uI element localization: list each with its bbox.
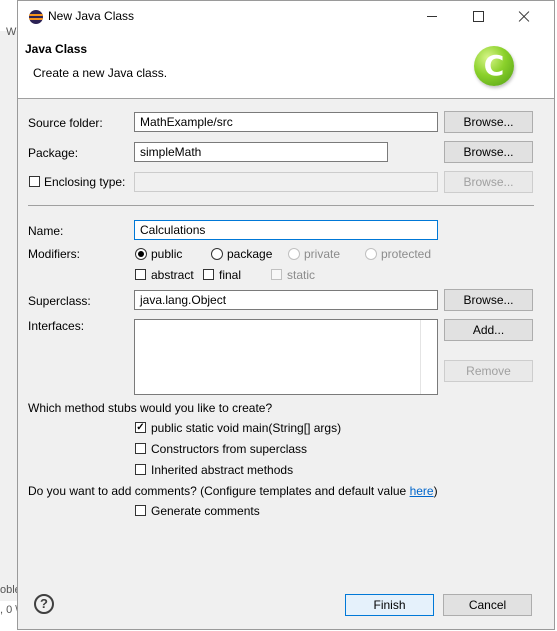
package-browse-button[interactable]: Browse... [444,141,533,163]
constructors-checkbox[interactable] [135,443,146,454]
package-label: Package: [28,146,79,160]
add-interface-button[interactable]: Add... [444,319,533,341]
stubs-question: Which method stubs would you like to cre… [28,401,273,415]
protected-label: protected [381,247,432,261]
enclosing-type-browse-button[interactable]: Browse... [444,171,533,193]
abstract-checkbox[interactable] [135,269,146,280]
name-field[interactable]: Calculations [134,220,438,240]
new-java-class-dialog: New Java Class Java Class Create a new J… [17,0,555,630]
source-folder-field[interactable]: MathExample/src [134,112,438,132]
separator [28,205,534,206]
package-radio[interactable] [211,248,223,260]
final-checkbox[interactable] [203,269,214,280]
package-modifier-label: package [227,247,273,261]
superclass-browse-button[interactable]: Browse... [444,289,533,311]
finish-button[interactable]: Finish [345,594,434,616]
comments-question: Do you want to add comments? (Configure … [28,484,438,498]
source-folder-browse-button[interactable]: Browse... [444,111,533,133]
abstract-label: abstract [151,268,194,282]
window-title: New Java Class [48,9,135,23]
modifiers-label: Modifiers: [28,247,81,261]
inherited-methods-label: Inherited abstract methods [151,463,294,477]
background-window [0,31,18,601]
private-radio[interactable] [288,248,300,260]
source-folder-label: Source folder: [28,116,103,130]
inherited-methods-checkbox[interactable] [135,464,146,475]
background-text: , 0 \ [0,604,19,616]
maximize-button[interactable] [456,1,502,32]
protected-radio[interactable] [365,248,377,260]
title-bar[interactable]: New Java Class [18,1,554,32]
list-scroll-track [420,320,421,394]
superclass-label: Superclass: [28,294,91,308]
page-description: Create a new Java class. [33,66,168,80]
constructors-label: Constructors from superclass [151,442,308,456]
help-icon[interactable]: ? [34,594,54,614]
name-label: Name: [28,224,64,238]
enclosing-type-checkbox[interactable] [29,176,40,187]
interfaces-label: Interfaces: [28,319,85,333]
wizard-banner: Java Class Create a new Java class. C [18,32,554,99]
superclass-field[interactable]: java.lang.Object [134,290,438,310]
remove-interface-button[interactable]: Remove [444,360,533,382]
minimize-button[interactable] [410,1,456,32]
page-title: Java Class [25,42,88,56]
java-class-icon: C [474,46,514,86]
private-label: private [304,247,341,261]
public-label: public [151,247,183,261]
cancel-button[interactable]: Cancel [443,594,532,616]
main-method-label: public static void main(String[] args) [151,421,342,435]
background-text: W [6,26,17,38]
generate-comments-checkbox[interactable] [135,505,146,516]
static-checkbox[interactable] [271,269,282,280]
enclosing-type-field[interactable] [134,172,438,192]
generate-comments-label: Generate comments [151,504,260,518]
static-label: static [287,268,316,282]
main-method-checkbox[interactable]: ✓ [135,422,146,433]
final-label: final [219,268,242,282]
enclosing-type-label: Enclosing type: [44,175,126,189]
interfaces-list[interactable] [134,319,438,395]
configure-templates-link[interactable]: here [410,484,434,498]
public-radio[interactable] [135,248,147,260]
close-button[interactable] [501,1,547,32]
eclipse-icon [29,10,43,24]
package-field[interactable]: simpleMath [134,142,388,162]
